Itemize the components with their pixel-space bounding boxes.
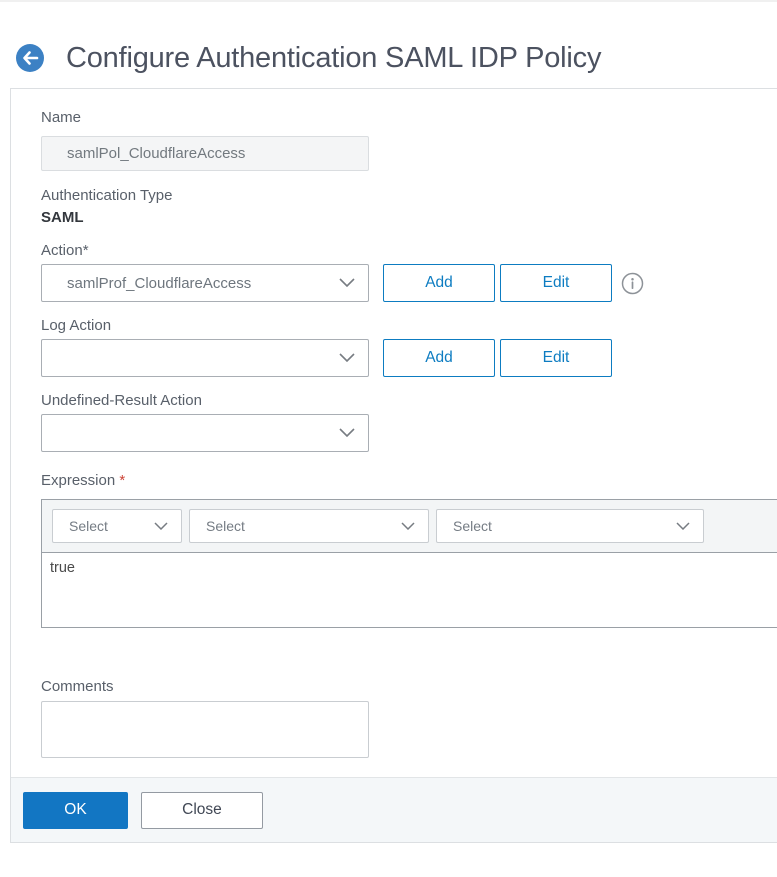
config-panel: Name Authentication Type SAML Action* sa… xyxy=(10,88,777,843)
expression-select-3-value: Select xyxy=(453,518,492,534)
log-action-row: Add Edit xyxy=(41,339,777,377)
chevron-down-icon xyxy=(339,424,355,442)
undefined-result-action-row xyxy=(41,414,777,452)
expression-select-1-value: Select xyxy=(69,518,108,534)
log-action-select[interactable] xyxy=(41,339,369,377)
arrow-left-icon xyxy=(22,51,39,65)
log-action-edit-button[interactable]: Edit xyxy=(500,339,612,377)
panel-body: Name Authentication Type SAML Action* sa… xyxy=(11,89,777,758)
info-circle-icon[interactable] xyxy=(621,272,644,295)
back-button[interactable] xyxy=(16,44,44,72)
undefined-result-action-select[interactable] xyxy=(41,414,369,452)
action-edit-button[interactable]: Edit xyxy=(500,264,612,302)
action-select-value: samlProf_CloudflareAccess xyxy=(67,274,252,292)
expression-label-text: Expression xyxy=(41,472,116,489)
log-action-add-button[interactable]: Add xyxy=(383,339,495,377)
page-title: Configure Authentication SAML IDP Policy xyxy=(66,41,602,74)
comments-input[interactable] xyxy=(41,701,369,758)
log-action-label: Log Action xyxy=(41,317,112,334)
close-button[interactable]: Close xyxy=(141,791,263,829)
chevron-down-icon xyxy=(154,517,168,535)
action-row: samlProf_CloudflareAccess Add Edit xyxy=(41,264,777,302)
chevron-down-icon xyxy=(339,349,355,367)
footer: OK Close xyxy=(11,777,777,843)
auth-type-label: Authentication Type xyxy=(41,187,173,204)
expression-editor: Select Select Select true xyxy=(41,499,777,628)
chevron-down-icon xyxy=(676,517,690,535)
name-input[interactable] xyxy=(41,136,369,171)
action-select[interactable]: samlProf_CloudflareAccess xyxy=(41,264,369,302)
expression-select-1[interactable]: Select xyxy=(52,509,182,543)
action-add-button[interactable]: Add xyxy=(383,264,495,302)
expression-select-2-value: Select xyxy=(206,518,245,534)
expression-label: Expression * xyxy=(41,472,777,490)
ok-button[interactable]: OK xyxy=(23,791,128,829)
chevron-down-icon xyxy=(339,274,355,292)
undefined-result-action-label: Undefined-Result Action xyxy=(41,392,202,409)
expression-select-3[interactable]: Select xyxy=(436,509,704,543)
expression-toolbar: Select Select Select xyxy=(42,500,777,553)
comments-label: Comments xyxy=(41,678,114,695)
action-label: Action* xyxy=(41,242,89,259)
auth-type-value: SAML xyxy=(41,209,84,226)
name-label: Name xyxy=(41,109,82,126)
required-asterisk: * xyxy=(119,472,126,489)
expression-select-2[interactable]: Select xyxy=(189,509,429,543)
chevron-down-icon xyxy=(401,517,415,535)
expression-input[interactable]: true xyxy=(42,553,777,627)
page-header: Configure Authentication SAML IDP Policy xyxy=(0,2,777,88)
